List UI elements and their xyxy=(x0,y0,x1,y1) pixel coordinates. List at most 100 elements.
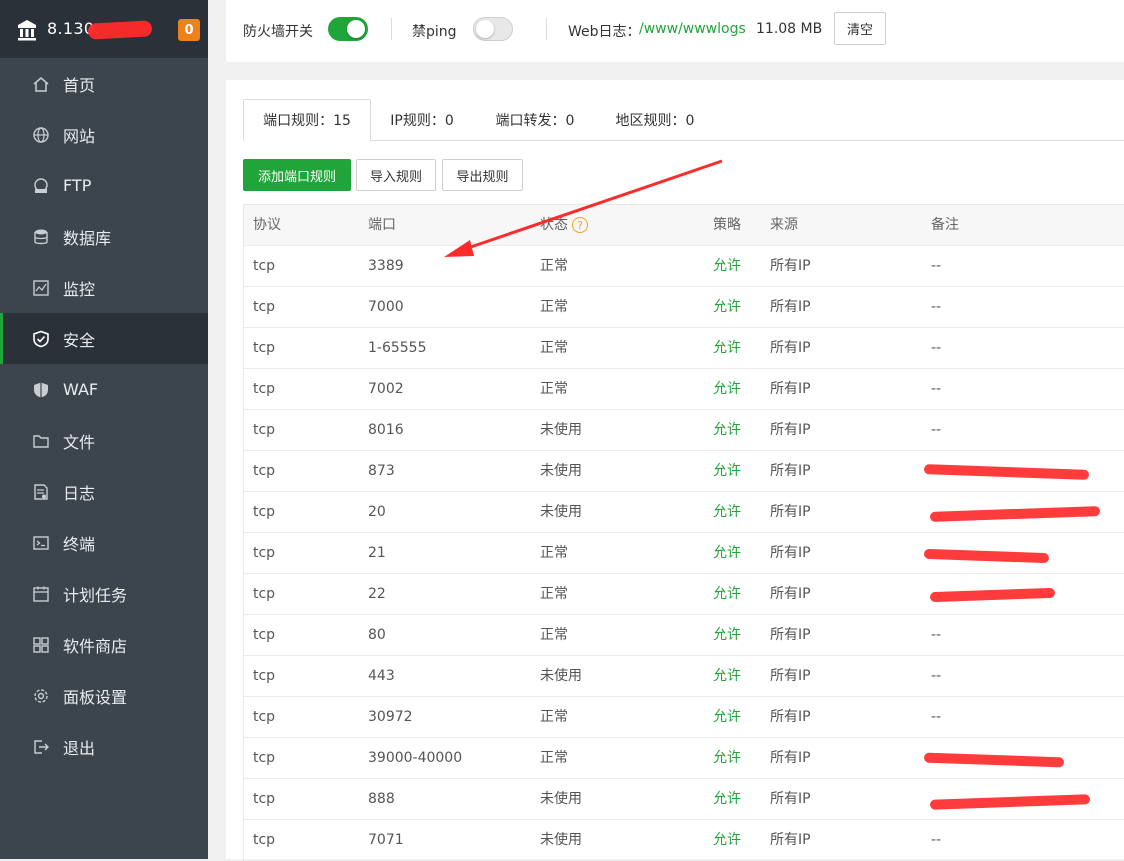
globe-icon xyxy=(31,125,51,145)
note-cell: -- xyxy=(931,832,942,848)
status-cell: 正常 xyxy=(540,299,568,315)
sidebar: 8.130. 0 首页 网站 FTP 数据库 监控 安全 WAF 文件 日志 终端 计划任务 软件商店… xyxy=(0,0,208,859)
table-row[interactable]: tcp 8016 未使用 允许 所有IP -- xyxy=(244,410,1124,451)
database-icon xyxy=(31,227,51,247)
calendar-icon xyxy=(31,584,51,604)
weblog-path-link[interactable]: /www/wwwlogs xyxy=(639,21,746,37)
source-cell: 所有IP xyxy=(770,422,811,438)
table-row[interactable]: tcp 80 正常 允许 所有IP -- xyxy=(244,615,1124,656)
source-cell: 所有IP xyxy=(770,750,811,766)
import-rules-button[interactable]: 导入规则 xyxy=(356,159,436,191)
source-cell: 所有IP xyxy=(770,340,811,356)
port-cell: 7071 xyxy=(368,832,404,848)
sidebar-item-6[interactable]: WAF xyxy=(0,364,208,415)
header-port[interactable]: 端口 xyxy=(368,205,396,245)
firewall-toggle[interactable] xyxy=(328,17,368,41)
clear-log-button[interactable]: 清空 xyxy=(834,12,886,45)
header-source[interactable]: 来源 xyxy=(770,205,798,245)
table-row[interactable]: tcp 7002 正常 允许 所有IP -- xyxy=(244,369,1124,410)
note-cell: -- xyxy=(931,299,942,315)
sidebar-item-label: 面板设置 xyxy=(63,687,128,707)
sidebar-item-11[interactable]: 软件商店 xyxy=(0,619,208,670)
sidebar-item-10[interactable]: 计划任务 xyxy=(0,568,208,619)
table-row[interactable]: tcp 21 正常 允许 所有IP xyxy=(244,533,1124,574)
table-row[interactable]: tcp 30972 正常 允许 所有IP -- xyxy=(244,697,1124,738)
sidebar-item-label: 数据库 xyxy=(63,228,112,248)
table-row[interactable]: tcp 873 未使用 允许 所有IP xyxy=(244,451,1124,492)
port-cell: 80 xyxy=(368,627,386,643)
sidebar-item-1[interactable]: 网站 xyxy=(0,109,208,160)
protocol-cell: tcp xyxy=(253,709,276,725)
note-cell: -- xyxy=(931,381,942,397)
sidebar-item-8[interactable]: 日志 xyxy=(0,466,208,517)
divider xyxy=(391,18,392,40)
header-policy[interactable]: 策略 xyxy=(713,205,741,245)
source-cell: 所有IP xyxy=(770,299,811,315)
table-row[interactable]: tcp 443 未使用 允许 所有IP -- xyxy=(244,656,1124,697)
monitor-icon xyxy=(31,278,51,298)
note-cell: -- xyxy=(931,627,942,643)
sidebar-item-5[interactable]: 安全 xyxy=(0,313,208,364)
policy-cell: 允许 xyxy=(713,422,741,438)
table-row[interactable]: tcp 7071 未使用 允许 所有IP -- xyxy=(244,820,1124,861)
gear-icon xyxy=(31,686,51,706)
sidebar-item-label: FTP xyxy=(63,176,92,195)
rule-tabs: 端口规则：15 IP规则：0 端口转发：0 地区规则：0 xyxy=(243,99,1124,141)
table-body: tcp 3389 正常 允许 所有IP -- tcp 7000 正常 允许 所有IP -- tcp 1-6… xyxy=(244,246,1124,861)
header-note[interactable]: 备注 xyxy=(931,205,959,245)
firewall-switch-label: 防火墙开关 xyxy=(243,24,313,40)
sidebar-item-13[interactable]: 退出 xyxy=(0,721,208,772)
header-status-label[interactable]: 状态 xyxy=(540,217,568,233)
table-row[interactable]: tcp 3389 正常 允许 所有IP -- xyxy=(244,246,1124,287)
source-cell: 所有IP xyxy=(770,463,811,479)
port-cell: 8016 xyxy=(368,422,404,438)
redaction-mark xyxy=(929,587,1056,603)
header-protocol[interactable]: 协议 xyxy=(253,205,281,245)
sidebar-item-label: 监控 xyxy=(63,279,96,299)
table-row[interactable]: tcp 20 未使用 允许 所有IP xyxy=(244,492,1124,533)
port-cell: 39000-40000 xyxy=(368,750,463,766)
add-port-rule-button[interactable]: 添加端口规则 xyxy=(243,159,351,191)
notification-badge[interactable]: 0 xyxy=(178,19,200,41)
redaction-mark xyxy=(923,464,1090,480)
tab-port-rules[interactable]: 端口规则：15 xyxy=(243,99,371,141)
protocol-cell: tcp xyxy=(253,340,276,356)
sidebar-item-12[interactable]: 面板设置 xyxy=(0,670,208,721)
source-cell: 所有IP xyxy=(770,545,811,561)
status-cell: 正常 xyxy=(540,627,568,643)
redaction-mark xyxy=(923,752,1065,768)
sidebar-item-0[interactable]: 首页 xyxy=(0,58,208,109)
policy-cell: 允许 xyxy=(713,791,741,807)
sidebar-item-label: 日志 xyxy=(63,483,96,503)
redaction-mark xyxy=(87,20,153,40)
shield-check-icon xyxy=(31,329,51,349)
tab-region-rules[interactable]: 地区规则：0 xyxy=(604,99,706,140)
help-icon[interactable]: ? xyxy=(572,217,588,233)
port-cell: 30972 xyxy=(368,709,413,725)
export-rules-button[interactable]: 导出规则 xyxy=(442,159,523,191)
toggle-knob xyxy=(347,20,365,38)
toggle-knob xyxy=(476,20,494,38)
redaction-mark xyxy=(929,794,1091,810)
grid-apps-icon xyxy=(31,635,51,655)
table-row[interactable]: tcp 39000-40000 正常 允许 所有IP xyxy=(244,738,1124,779)
source-cell: 所有IP xyxy=(770,627,811,643)
sidebar-item-label: 计划任务 xyxy=(63,585,128,605)
protocol-cell: tcp xyxy=(253,463,276,479)
sidebar-item-4[interactable]: 监控 xyxy=(0,262,208,313)
policy-cell: 允许 xyxy=(713,340,741,356)
ping-toggle[interactable] xyxy=(473,17,513,41)
redaction-mark xyxy=(923,548,1050,564)
sidebar-item-2[interactable]: FTP xyxy=(0,160,208,211)
tab-ip-rules[interactable]: IP规则：0 xyxy=(376,99,468,140)
protocol-cell: tcp xyxy=(253,750,276,766)
tab-port-forward[interactable]: 端口转发：0 xyxy=(484,99,586,140)
table-row[interactable]: tcp 22 正常 允许 所有IP xyxy=(244,574,1124,615)
sidebar-item-3[interactable]: 数据库 xyxy=(0,211,208,262)
sidebar-item-9[interactable]: 终端 xyxy=(0,517,208,568)
table-row[interactable]: tcp 7000 正常 允许 所有IP -- xyxy=(244,287,1124,328)
table-row[interactable]: tcp 1-65555 正常 允许 所有IP -- xyxy=(244,328,1124,369)
protocol-cell: tcp xyxy=(253,832,276,848)
sidebar-item-7[interactable]: 文件 xyxy=(0,415,208,466)
table-row[interactable]: tcp 888 未使用 允许 所有IP xyxy=(244,779,1124,820)
